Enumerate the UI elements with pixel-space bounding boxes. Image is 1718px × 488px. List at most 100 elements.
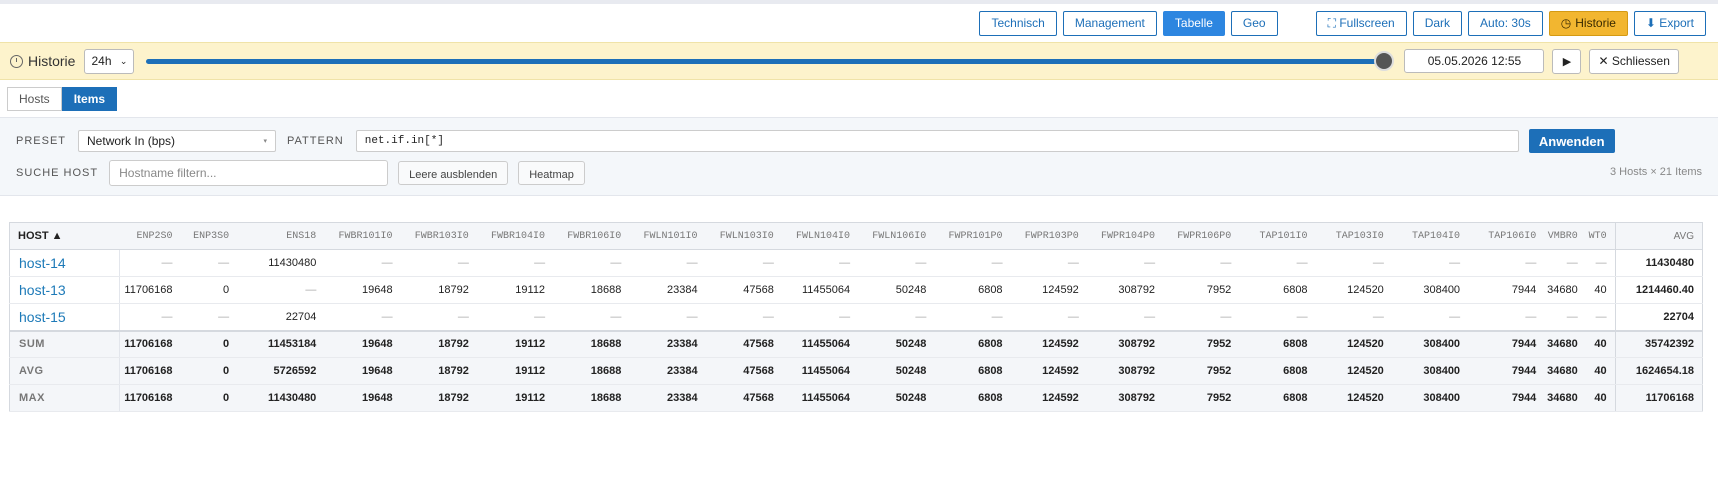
table-cell: — [1239,303,1316,331]
aggregate-cell: 47568 [705,329,782,358]
table-cell: — [781,303,859,331]
column-header-tap101i0[interactable]: TAP101I0 [1239,222,1316,250]
table-cell: — [553,249,630,277]
column-header-fwbr104i0[interactable]: FWBR104I0 [476,222,554,250]
tab-items[interactable]: Items [61,86,118,111]
table-cell: 124592 [1010,276,1087,304]
chevron-down-icon: ▾ [263,138,268,145]
result-summary: 3 Hosts × 21 Items [1609,166,1702,178]
aggregate-cell: 18688 [553,329,630,358]
aggregate-cell: 34680 [1544,384,1586,412]
aggregate-cell: 18792 [400,384,477,412]
column-header-host[interactable]: HOST ▲ [9,222,120,250]
table-cell: — [1315,249,1392,277]
auto-refresh-button[interactable]: Auto: 30s [1468,10,1543,36]
column-header-fwln103i0[interactable]: FWLN103I0 [705,222,782,250]
aggregate-row: SUM 11706168 0 11453184 19648 18792 19112 18688… [9,329,1703,358]
column-header-enp2s0[interactable]: ENP2S0 [119,222,181,250]
column-header-fwpr101p0[interactable]: FWPR101P0 [934,222,1011,250]
aggregate-cell: 6808 [1239,357,1316,385]
column-header-avg[interactable]: AVG [1614,222,1703,250]
hide-empty-button[interactable]: Leere ausblenden [398,161,509,185]
column-header-tap104i0[interactable]: TAP104I0 [1391,222,1469,250]
table-cell: 23384 [629,276,706,304]
column-header-vmbr0[interactable]: VMBR0 [1544,222,1586,250]
table-cell: — [934,303,1011,331]
heatmap-button[interactable]: Heatmap [518,161,585,185]
history-slider-handle[interactable] [1374,50,1395,71]
host-link[interactable]: host-14 [9,249,121,277]
view-tabelle-button[interactable]: Tabelle [1162,10,1225,36]
aggregate-cell: 6808 [934,329,1011,358]
table-cell: 6808 [1239,276,1316,304]
table-cell: — [1163,303,1240,331]
host-link[interactable]: host-13 [9,276,121,304]
table-row: host-15— —22704— — — — — — — — — — — — — — — — — —22704 [9,303,1703,331]
table-cell: 11430480 [237,249,325,277]
history-button[interactable]: ◷ Historie [1548,10,1628,36]
column-header-fwbr101i0[interactable]: FWBR101I0 [324,222,401,250]
play-button[interactable]: ▶ [1552,48,1582,74]
column-header-fwbr106i0[interactable]: FWBR106I0 [553,222,630,250]
aggregate-cell: 308400 [1391,384,1469,412]
column-header-fwpr103p0[interactable]: FWPR103P0 [1010,222,1087,250]
view-technisch-button[interactable]: Technisch [979,10,1057,36]
table-cell: — [180,303,238,331]
history-slider[interactable] [146,50,1395,71]
table-cell: 40 [1585,276,1616,304]
clock-icon: ◷ [1560,16,1572,30]
table-cell: 7944 [1468,276,1545,304]
aggregate-cell: 18792 [400,357,477,385]
aggregate-avg-cell: 35742392 [1614,329,1703,358]
aggregate-cell: 308400 [1391,329,1469,358]
items-table-wrap: HOST ▲ ENP2S0 ENP3S0 ENS18 FWBR101I0 FWBR103I… [9,222,1703,412]
aggregate-cell: 11706168 [119,384,181,412]
host-search-input[interactable]: Hostname filtern... [109,160,389,186]
fullscreen-button[interactable]: ⛶ Fullscreen [1315,10,1407,36]
column-header-fwpr106p0[interactable]: FWPR106P0 [1163,222,1240,250]
table-cell: — [1086,249,1164,277]
column-header-tap106i0[interactable]: TAP106I0 [1468,222,1545,250]
host-link[interactable]: host-15 [9,303,121,331]
filter-row-search: SUCHE HOST Hostname filtern... Leere aus… [16,160,585,186]
preset-select[interactable]: Network In (bps) ▾ [78,130,277,152]
aggregate-cell: 124520 [1315,384,1392,412]
aggregate-cell: 11706168 [119,329,181,358]
aggregate-cell: 308792 [1086,357,1164,385]
aggregate-cell: 23384 [629,357,706,385]
table-cell: — [237,276,325,304]
close-history-button[interactable]: ✕ Schliessen [1589,48,1679,74]
aggregate-cell: 6808 [1239,329,1316,358]
view-geo-button[interactable]: Geo [1230,10,1278,36]
pattern-input[interactable]: net.if.in[*] [355,130,1519,152]
history-range-select[interactable]: 24h ⌄ [84,48,135,74]
export-button[interactable]: ⬇ Export [1633,10,1706,36]
table-cell: — [858,249,935,277]
dark-mode-button[interactable]: Dark [1412,10,1463,36]
column-header-ens18[interactable]: ENS18 [237,222,325,250]
aggregate-cell: 5726592 [237,357,325,385]
tab-hosts[interactable]: Hosts [7,86,62,111]
aggregate-cell: 124520 [1315,329,1392,358]
column-header-fwln104i0[interactable]: FWLN104I0 [781,222,859,250]
table-cell: 50248 [858,276,935,304]
aggregate-row: AVG 11706168 0 5726592 19648 18792 19112 18688 2… [9,357,1703,385]
view-management-button[interactable]: Management [1062,10,1157,36]
table-cell: 11706168 [119,276,181,304]
column-header-fwpr104p0[interactable]: FWPR104P0 [1086,222,1164,250]
column-header-enp3s0[interactable]: ENP3S0 [180,222,238,250]
column-header-wt0[interactable]: WT0 [1585,222,1616,250]
column-header-fwln106i0[interactable]: FWLN106I0 [858,222,935,250]
history-datetime[interactable]: 05.05.2026 12:55 [1404,49,1545,73]
apply-button[interactable]: Anwenden [1528,129,1615,153]
column-header-tap103i0[interactable]: TAP103I0 [1315,222,1392,250]
table-row: host-13 11706168 0—19648 18792 19112 18688 233… [9,276,1703,304]
aggregate-cell: 34680 [1544,357,1586,385]
column-header-fwbr103i0[interactable]: FWBR103I0 [400,222,477,250]
table-cell: — [119,303,181,331]
aggregate-cell: 47568 [705,357,782,385]
table-cell: — [1315,303,1392,331]
aggregate-cell: 19648 [324,329,401,358]
column-header-fwln101i0[interactable]: FWLN101I0 [629,222,706,250]
aggregate-cell: 47568 [705,384,782,412]
